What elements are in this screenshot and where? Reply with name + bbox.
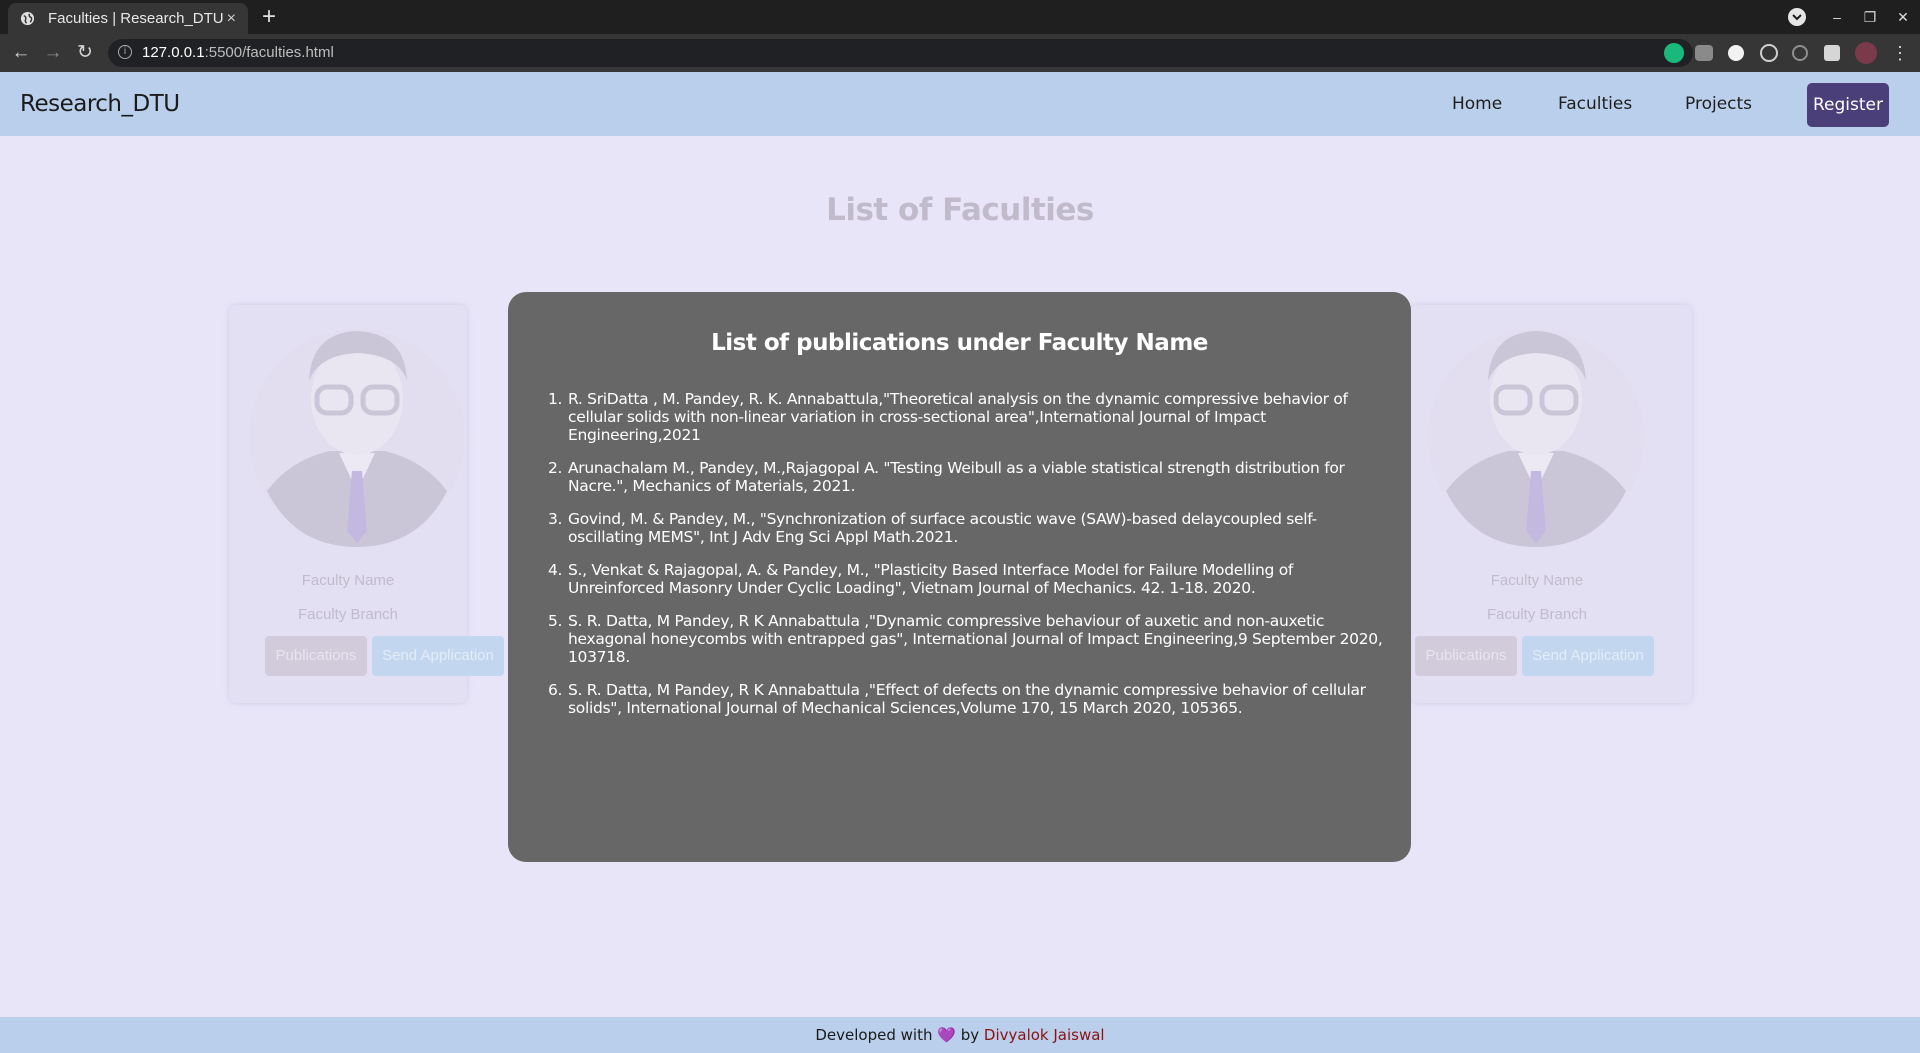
grammarly-icon[interactable] [1664, 43, 1684, 63]
browser-tab-strip: Faculties | Research_DTU × + – ❐ ✕ [0, 0, 1920, 34]
address-bar[interactable]: i 127.0.0.1:5500/faculties.html ☆ [108, 39, 1693, 67]
faculty-branch: Faculty Branch [1486, 606, 1588, 623]
publication-text: R. SriDatta , M. Pandey, R. K. Annabattu… [568, 390, 1348, 444]
faculty-card: Faculty Name Faculty Branch Publications… [229, 305, 504, 703]
publications-modal: List of publications under Faculty Name … [508, 292, 1411, 862]
publication-text: S., Venkat & Rajagopal, A. & Pandey, M.,… [568, 561, 1294, 597]
url-path: :5500/faculties.html [204, 44, 334, 61]
publication-item: 4. S., Venkat & Rajagopal, A. & Pandey, M… [548, 561, 1294, 597]
site-footer: Developed with 💜 by Divyalok Jaiswal [0, 1017, 1920, 1053]
publications-button[interactable]: Publications [265, 636, 367, 676]
extension-icon[interactable] [1728, 45, 1744, 61]
site-brand[interactable]: Research_DTU [20, 72, 180, 136]
nav-link-faculties[interactable]: Faculties [1558, 72, 1632, 136]
camera-icon[interactable] [1695, 45, 1713, 61]
back-icon[interactable]: ← [6, 34, 36, 72]
publications-button[interactable]: Publications [1415, 636, 1517, 676]
tab-close-icon[interactable]: × [227, 3, 236, 34]
nav-link-projects[interactable]: Projects [1685, 72, 1752, 136]
faculty-name: Faculty Name [1490, 572, 1584, 589]
reload-icon[interactable]: ↻ [70, 34, 100, 72]
publication-item: 6. S. R. Datta, M Pandey, R K Annabattula… [548, 681, 1366, 717]
tab-search-icon[interactable] [1787, 7, 1807, 27]
window-restore-button[interactable]: ❐ [1853, 0, 1887, 34]
faculty-card: Faculty Name Faculty Branch Publications… [1410, 305, 1692, 703]
send-application-button[interactable]: Send Application [372, 636, 504, 676]
nav-link-home[interactable]: Home [1452, 72, 1502, 136]
send-application-button[interactable]: Send Application [1522, 636, 1654, 676]
tab-title: Faculties | Research_DTU [48, 10, 224, 27]
footer-prefix: Developed with [815, 1026, 933, 1044]
publication-text: Govind, M. & Pandey, M., "Synchronizatio… [568, 510, 1317, 546]
window-close-button[interactable]: ✕ [1886, 0, 1920, 34]
alarm-icon[interactable] [1792, 45, 1808, 61]
publication-item: 1. R. SriDatta , M. Pandey, R. K. Annabat… [548, 390, 1348, 444]
publication-text: Arunachalam M., Pandey, M.,Rajagopal A. … [568, 459, 1345, 495]
modal-title: List of publications under Faculty Name [711, 330, 1208, 356]
window-minimize-button[interactable]: – [1820, 0, 1854, 34]
forward-icon[interactable]: → [38, 34, 68, 72]
register-button[interactable]: Register [1807, 83, 1889, 127]
publication-item: 5. S. R. Datta, M Pandey, R K Annabattula… [548, 612, 1383, 666]
browser-tab[interactable]: Faculties | Research_DTU × [8, 3, 248, 34]
publication-text: S. R. Datta, M Pandey, R K Annabattula ,… [568, 681, 1366, 717]
faculty-avatar-icon [249, 329, 465, 547]
faculty-branch: Faculty Branch [297, 606, 399, 623]
site-navbar: Research_DTU Home Faculties Projects Reg… [0, 72, 1920, 136]
globe-icon [20, 11, 35, 26]
faculty-avatar-icon [1428, 329, 1644, 547]
info-icon[interactable]: i [118, 45, 132, 59]
publication-item: 2. Arunachalam M., Pandey, M.,Rajagopal A… [548, 459, 1345, 495]
publications-list: 1. R. SriDatta , M. Pandey, R. K. Annabat… [548, 390, 1388, 732]
publication-text: S. R. Datta, M Pandey, R K Annabattula ,… [568, 612, 1383, 666]
publication-item: 3. Govind, M. & Pandey, M., "Synchronizat… [548, 510, 1317, 546]
author-link[interactable]: Divyalok Jaiswal [984, 1026, 1105, 1044]
menu-icon[interactable]: ⋮ [1885, 34, 1915, 72]
settings-icon[interactable] [1760, 44, 1778, 62]
footer-by: by [960, 1026, 980, 1044]
profile-avatar[interactable] [1855, 42, 1877, 64]
browser-toolbar: ← → ↻ i 127.0.0.1:5500/faculties.html ☆ … [0, 34, 1920, 72]
page-title: List of Faculties [826, 192, 1094, 228]
faculty-name: Faculty Name [301, 572, 395, 589]
url-host: 127.0.0.1 [142, 44, 205, 61]
new-tab-button[interactable]: + [262, 3, 276, 31]
heart-icon: 💜 [937, 1026, 956, 1044]
puzzle-icon[interactable] [1824, 45, 1840, 61]
